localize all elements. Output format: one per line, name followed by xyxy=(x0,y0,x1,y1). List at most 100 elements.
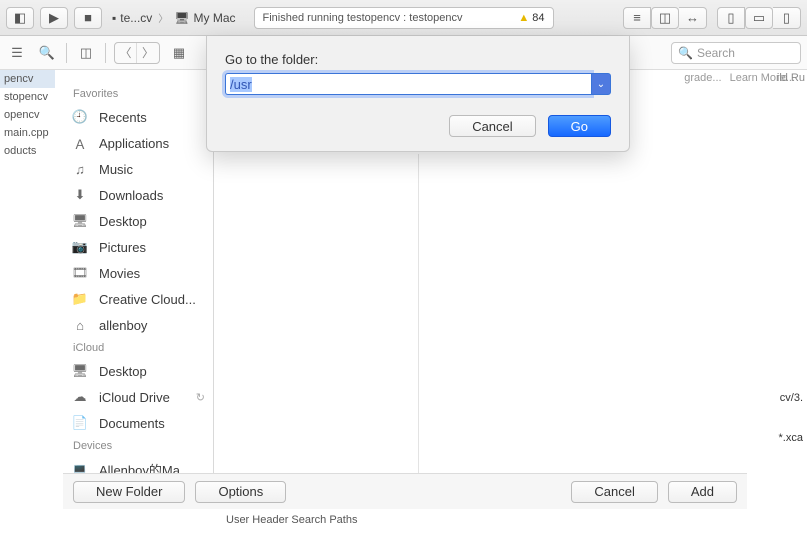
sidebar-item-documents[interactable]: 📄 Documents xyxy=(65,410,213,436)
sidebar-item-applications[interactable]: Ａ Applications xyxy=(65,130,213,156)
search-field[interactable]: 🔍 Search xyxy=(671,42,801,64)
separator xyxy=(105,43,106,63)
sidebar-item-desktop[interactable]: 🖥 Desktop xyxy=(65,208,213,234)
options-button[interactable]: Options xyxy=(195,481,286,503)
sidebar-section-icloud: iCloud xyxy=(65,338,213,358)
upgrade-link[interactable]: grade... xyxy=(684,72,721,84)
sidebar-item-music[interactable]: ♫ Music xyxy=(65,156,213,182)
download-icon: ⬇ xyxy=(71,186,89,204)
forward-button[interactable]: 〉 xyxy=(137,43,159,63)
nav-item[interactable]: opencv xyxy=(0,106,55,124)
sidebar-item-label: Movies xyxy=(99,266,140,281)
sidebar-item-label: Pictures xyxy=(99,240,146,255)
column-divider xyxy=(418,154,419,487)
panel-toggles[interactable]: ▯ ▭ ▯ xyxy=(717,7,801,29)
warning-icon: ▲ xyxy=(518,12,529,24)
scheme-name: te...cv xyxy=(120,11,152,25)
build-setting-row[interactable]: User Header Search Paths xyxy=(220,510,807,530)
version-editor-icon: ↔ xyxy=(686,10,699,25)
sidebar-item-home[interactable]: ⌂allenboy xyxy=(65,312,213,338)
sidebar-item-creative-cloud[interactable]: 📁Creative Cloud... xyxy=(65,286,213,312)
sidebar-item-label: Desktop xyxy=(99,214,147,229)
sync-icon: ↻ xyxy=(196,391,205,404)
assistant-editor-icon: ◫ xyxy=(659,10,671,26)
nav-item[interactable]: oducts xyxy=(0,142,55,160)
sidebar-item-label: Music xyxy=(99,162,133,177)
camera-icon: 📷 xyxy=(71,238,89,256)
apps-icon: Ａ xyxy=(71,134,89,152)
right-panel-icon: ▯ xyxy=(783,10,790,26)
sidebar-item-label: iCloud Drive xyxy=(99,390,170,405)
finder-sidebar: Favorites 🕘Recents ＡApplications ♫Music … xyxy=(65,70,213,487)
sidebar-item-icloud-desktop[interactable]: 🖥 Desktop xyxy=(65,358,213,384)
search-icon: 🔍 xyxy=(678,46,693,60)
activity-status: Finished running testopencv : testopencv… xyxy=(254,7,554,29)
desktop-icon: 🖥 xyxy=(71,362,89,380)
nav-icon-1[interactable]: ☰ xyxy=(6,42,28,64)
xcode-toolbar: ◧ ▶ ■ ▪ te...cv 〉 🖥 My Mac Finished runnin… xyxy=(0,0,807,36)
sidebar-item-label: Recents xyxy=(99,110,147,125)
film-icon: 🎞 xyxy=(71,264,89,282)
doc-icon: 📄 xyxy=(71,414,89,432)
goto-cancel-button[interactable]: Cancel xyxy=(449,115,535,137)
warnings-indicator[interactable]: ▲84 xyxy=(518,12,544,24)
home-icon: ⌂ xyxy=(71,316,89,334)
sidebar-item-icloud-drive[interactable]: ☁ iCloud Drive ↻ xyxy=(65,384,213,410)
back-button[interactable]: 〈 xyxy=(115,43,137,63)
toggle-left-panel-button[interactable]: ◧ xyxy=(6,7,34,29)
goto-go-button[interactable]: Go xyxy=(548,115,611,137)
sidebar-item-label: Documents xyxy=(99,416,165,431)
scheme-selector[interactable]: ▪ te...cv 〉 🖥 My Mac xyxy=(108,10,240,25)
goto-folder-input[interactable] xyxy=(225,73,591,95)
warning-count: 84 xyxy=(532,12,544,24)
run-destination: My Mac xyxy=(194,11,236,25)
sidebar-item-movies[interactable]: 🎞 Movies xyxy=(65,260,213,286)
history-nav: 〈 〉 xyxy=(114,42,160,64)
nav-item[interactable]: stopencv xyxy=(0,88,55,106)
separator xyxy=(66,43,67,63)
goto-dropdown-button[interactable]: ⌄ xyxy=(591,73,611,95)
stop-icon: ■ xyxy=(84,10,92,25)
stop-button[interactable]: ■ xyxy=(74,7,102,29)
sidebar-item-label: Applications xyxy=(99,136,169,151)
build-run-fragment: ild Ru xyxy=(777,72,805,84)
nav-item[interactable]: pencv xyxy=(0,70,55,88)
music-icon: ♫ xyxy=(71,160,89,178)
goto-label: Go to the folder: xyxy=(225,52,611,67)
run-button[interactable]: ▶ xyxy=(40,7,68,29)
chevron-down-icon: ⌄ xyxy=(597,79,605,90)
right-truncated-content: cv/3. *.xca xyxy=(775,390,807,446)
new-folder-button[interactable]: New Folder xyxy=(73,481,185,503)
sheet-cancel-button[interactable]: Cancel xyxy=(571,481,657,503)
sheet-bottom-bar: New Folder Options Cancel Add xyxy=(63,473,747,509)
sidebar-section-devices: Devices xyxy=(65,436,213,456)
standard-editor-icon: ≡ xyxy=(633,10,641,25)
status-text: Finished running testopencv : testopencv xyxy=(263,12,463,24)
sidebar-section-favorites: Favorites xyxy=(65,84,213,104)
sheet-add-button[interactable]: Add xyxy=(668,481,737,503)
left-panel-icon: ▯ xyxy=(727,10,734,26)
sidebar-item-recents[interactable]: 🕘 Recents xyxy=(65,104,213,130)
sidebar-item-pictures[interactable]: 📷 Pictures xyxy=(65,234,213,260)
search-placeholder: Search xyxy=(697,46,735,60)
mac-icon: 🖥 xyxy=(174,11,189,25)
grid-view-icon[interactable]: ▦ xyxy=(168,42,190,64)
sidebar-item-downloads[interactable]: ⬇ Downloads xyxy=(65,182,213,208)
desktop-icon: 🖥 xyxy=(71,212,89,230)
clock-icon: 🕘 xyxy=(71,108,89,126)
sidebar-item-label: Creative Cloud... xyxy=(99,292,196,307)
nav-item[interactable]: main.cpp xyxy=(0,124,55,142)
sidebar-item-label: Desktop xyxy=(99,364,147,379)
path-fragment: *.xca xyxy=(775,430,807,446)
sidebar-toggle[interactable]: ◫ xyxy=(75,42,97,64)
path-fragment: cv/3. xyxy=(775,390,807,406)
terminal-icon: ▪ xyxy=(112,11,116,25)
nav-icon-2[interactable]: 🔍 xyxy=(36,42,58,64)
project-navigator: pencv stopencv opencv main.cpp oducts xyxy=(0,70,55,160)
play-icon: ▶ xyxy=(49,10,59,26)
editor-mode-selector[interactable]: ≡ ◫ ↔ xyxy=(623,7,707,29)
cloud-icon: ☁ xyxy=(71,388,89,406)
sidebar-item-label: Downloads xyxy=(99,188,163,203)
panel-left-icon: ◧ xyxy=(14,10,26,26)
chevron-right-icon: 〉 xyxy=(158,10,168,25)
